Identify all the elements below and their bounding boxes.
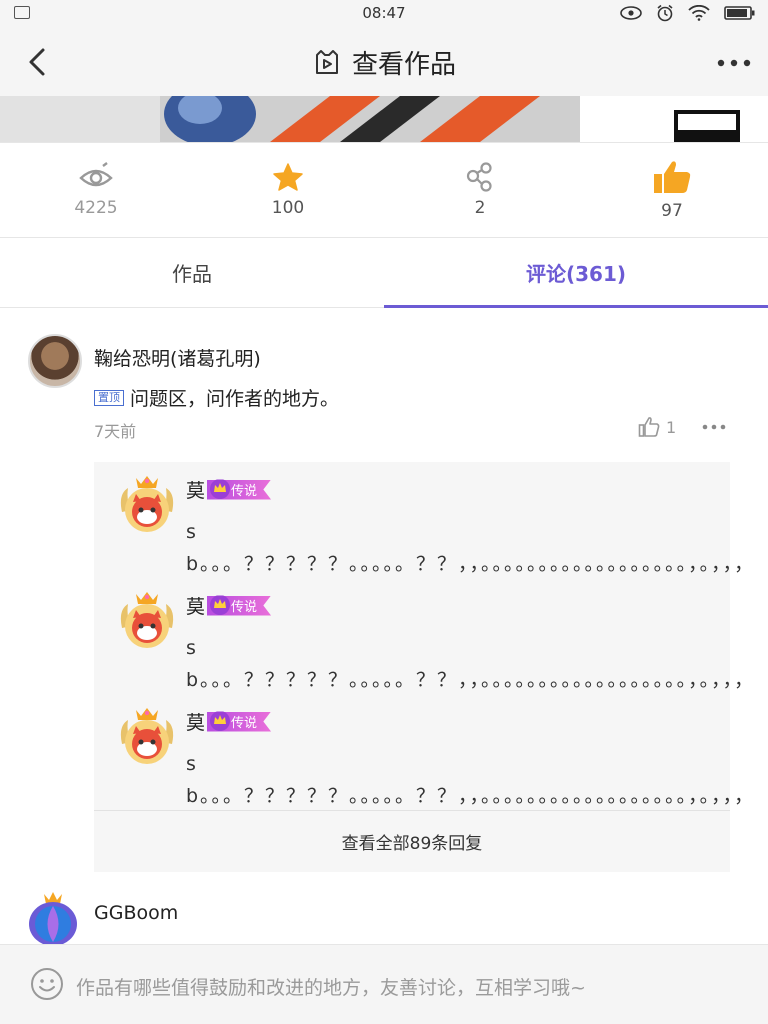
tab-bar: 作品 评论(361) [0,238,768,308]
likes-count: 97 [661,201,683,221]
cartoon-fox-avatar[interactable] [114,588,180,654]
comment-text: 问题区，问作者的地方。 [130,388,340,410]
views-stat: 4225 [0,143,192,237]
crown-icon [210,711,231,731]
thumbs-up-outline-icon [638,417,660,437]
tab-works[interactable]: 作品 [0,238,384,307]
more-options-icon[interactable] [714,48,754,78]
reply-author[interactable]: 莫 传说 [186,592,272,619]
comment-time: 7天前 [94,422,137,441]
comment-like-count: 1 [666,417,677,437]
views-count: 4225 [74,198,118,218]
legend-badge: 传说 [207,595,272,616]
cartoon-fox-avatar[interactable] [114,472,180,538]
stats-row: 4225 100 2 97 [0,142,768,238]
avatar[interactable] [22,886,84,944]
reply-text: sb。。。？？？？？。。。。。？？，，。。。。。。。。。。。。。。。。。。，。，… [186,637,756,691]
view-all-replies-button[interactable]: 查看全部89条回复 [94,810,730,872]
shares-count: 2 [474,198,486,218]
reply-author[interactable]: 莫 传说 [186,708,272,735]
emoji-icon[interactable] [30,967,64,1001]
banner-image [0,96,768,142]
replies-box: 莫 传说 sb。。。？？？？？。。。。。？？，，。。。。。。。。。。。。。。。。… [94,462,756,872]
comment-author[interactable]: GGBoom [94,902,178,924]
shares-stat[interactable]: 2 [384,143,576,237]
cartoon-fox-avatar[interactable] [114,704,180,770]
favorites-stat[interactable]: 100 [192,143,384,237]
title-group: 查看作品 [0,44,768,81]
reply-item: 莫 传说 sb。。。？？？？？。。。。。？？，，。。。。。。。。。。。。。。。。… [94,462,756,578]
pinned-tag: 置顶 [94,389,124,406]
tab-comments[interactable]: 评论(361) [384,238,768,308]
legend-badge: 传说 [207,711,272,732]
comment-input-placeholder[interactable]: 作品有哪些值得鼓励和改进的地方，友善讨论，互相学习哦~ [76,973,586,1000]
crown-icon [210,595,231,615]
status-icons [620,4,756,22]
reply-item: 莫 传说 sb。。。？？？？？。。。。。？？，，。。。。。。。。。。。。。。。。… [94,578,756,694]
star-icon [273,163,303,191]
avatar[interactable] [28,334,82,388]
video-work-icon [315,49,338,74]
comment-body: 置顶 问题区，问作者的地方。 [94,384,339,411]
likes-stat[interactable]: 97 [576,143,768,237]
work-cover-banner[interactable] [0,96,768,142]
thumbs-up-icon [654,161,691,193]
comment-input-bar[interactable]: 作品有哪些值得鼓励和改进的地方，友善讨论，互相学习哦~ [0,944,768,1024]
wifi-icon [688,5,710,21]
legend-badge: 传说 [207,479,272,500]
comment-more-icon[interactable] [700,414,728,440]
share-icon [466,162,492,192]
favorites-count: 100 [271,198,305,218]
page-title: 查看作品 [351,50,456,80]
crown-icon [210,479,231,499]
reply-item: 莫 传说 sb。。。？？？？？。。。。。？？，，。。。。。。。。。。。。。。。。… [94,694,756,810]
battery-icon [724,6,755,20]
eye-icon [79,162,113,187]
eye-status-icon [620,6,642,20]
comment-item: GGBoom [0,880,768,944]
comment-author[interactable]: 鞠给恐明(诸葛孔明) [94,344,261,371]
reply-author[interactable]: 莫 传说 [186,476,272,503]
comment-like-button[interactable]: 1 [638,416,676,438]
alarm-icon [657,4,673,22]
top-app-bar: 查看作品 [0,28,768,96]
reply-text: sb。。。？？？？？。。。。。？？，，。。。。。。。。。。。。。。。。。。，。，… [186,753,756,807]
status-bar: 08:47 [0,0,768,28]
reply-text: sb。。。？？？？？。。。。。？？，，。。。。。。。。。。。。。。。。。。，。，… [186,521,756,575]
